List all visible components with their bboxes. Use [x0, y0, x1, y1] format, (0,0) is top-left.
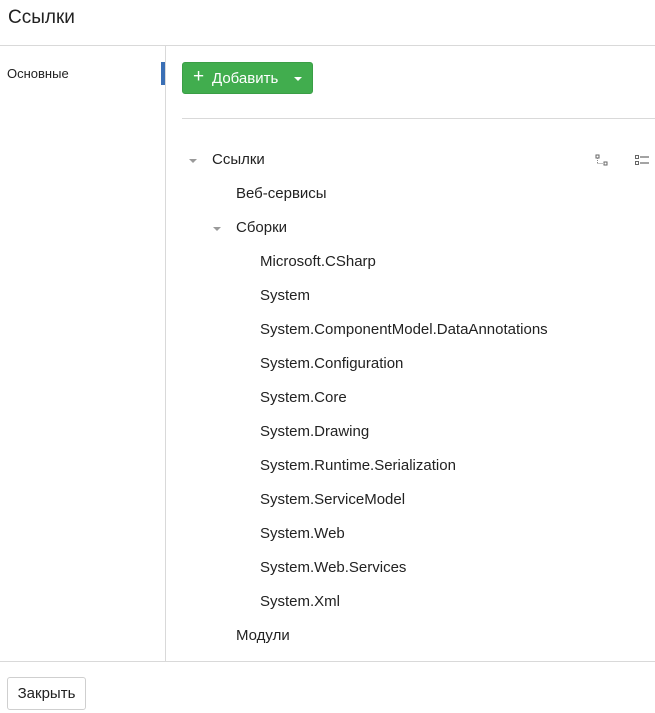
expand-caret-icon[interactable]: [213, 227, 221, 231]
tree-node-label: System: [260, 287, 311, 304]
tree-node-assembly[interactable]: System.Configuration: [166, 352, 606, 376]
tree-node-label: System.Core: [260, 389, 347, 406]
tree-node-label: System.Web.Services: [260, 559, 407, 576]
add-button-label: Добавить: [212, 70, 279, 87]
tree-node-label: Microsoft.CSharp: [260, 253, 376, 270]
tree-node-web-services[interactable]: Веб-сервисы: [166, 182, 586, 206]
tree-node-label: System.Drawing: [260, 423, 370, 440]
tree-node-assembly[interactable]: System.Runtime.Serialization: [166, 454, 606, 478]
dialog-footer: Закрыть: [0, 661, 655, 713]
tree-node-assembly[interactable]: System.ServiceModel: [166, 488, 606, 512]
tree-node-root[interactable]: Ссылки: [166, 148, 586, 172]
tree-node-label: System.Web: [260, 525, 345, 542]
tree-node-assemblies[interactable]: Сборки: [166, 216, 586, 240]
tree-node-label: System.Xml: [260, 593, 341, 610]
tree-node-assembly[interactable]: System.ComponentModel.DataAnnotations: [166, 318, 606, 342]
sidebar-item-main[interactable]: Основные: [0, 62, 166, 86]
tree-node-assembly[interactable]: System: [166, 284, 606, 308]
add-button[interactable]: + Добавить: [182, 62, 313, 94]
list-view-icon[interactable]: [635, 153, 649, 165]
active-marker: [161, 62, 165, 85]
collapse-tree-icon[interactable]: [595, 153, 609, 166]
expand-caret-icon[interactable]: [189, 159, 197, 163]
tree-node-label: Сборки: [236, 219, 288, 236]
caret-down-icon: [294, 77, 302, 81]
tree-node-assembly[interactable]: System.Web.Services: [166, 556, 606, 580]
dialog-header: Ссылки: [0, 0, 655, 46]
tree-node-modules[interactable]: Модули: [166, 624, 586, 648]
sidebar-item-label: Основные: [7, 66, 69, 81]
tree-node-label: System.Configuration: [260, 355, 404, 372]
tree-node-assembly[interactable]: System.Core: [166, 386, 606, 410]
main-panel: + Добавить Ссылки Веб-сервисы Сборки Mic…: [166, 46, 655, 661]
dialog-title: Ссылки: [8, 7, 75, 28]
divider: [182, 118, 655, 119]
tree-node-label: Ссылки: [212, 151, 265, 168]
tree-node-assembly[interactable]: Microsoft.CSharp: [166, 250, 606, 274]
tree-node-label: System.ServiceModel: [260, 491, 406, 508]
sidebar: Основные: [0, 46, 166, 661]
tree-node-label: Модули: [236, 627, 290, 644]
tree-node-label: System.ComponentModel.DataAnnotations: [260, 321, 548, 338]
tree-node-assembly[interactable]: System.Xml: [166, 590, 606, 614]
tree-node-assembly[interactable]: System.Web: [166, 522, 606, 546]
plus-icon: +: [193, 66, 205, 87]
tree-node-label: Веб-сервисы: [236, 185, 327, 202]
close-button[interactable]: Закрыть: [7, 677, 86, 710]
tree-node-label: System.Runtime.Serialization: [260, 457, 456, 474]
tree-node-assembly[interactable]: System.Drawing: [166, 420, 606, 444]
